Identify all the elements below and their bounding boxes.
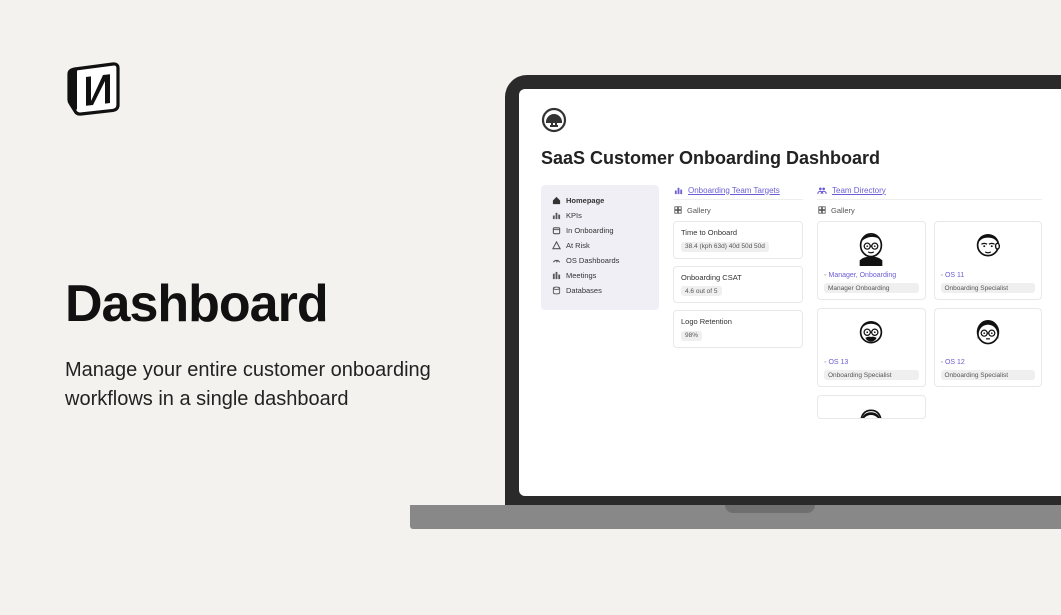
- target-card-value: 4.6 out of 5: [681, 286, 722, 296]
- sidebar-item-label: Meetings: [566, 271, 596, 280]
- targets-view-tab[interactable]: Gallery: [673, 203, 803, 221]
- target-card-title: Time to Onboard: [681, 228, 795, 237]
- bar-chart-icon: [551, 211, 561, 221]
- target-card-value: 98%: [681, 331, 702, 341]
- app-page-icon: [541, 107, 1061, 138]
- directory-header[interactable]: Team Directory: [817, 185, 1042, 200]
- gallery-icon: [817, 205, 827, 215]
- person-role: Onboarding Specialist: [941, 370, 1036, 380]
- person-card[interactable]: ◦OS 13 Onboarding Specialist: [817, 308, 926, 387]
- sidebar-item-in-onboarding[interactable]: In Onboarding: [551, 223, 649, 238]
- sidebar-item-at-risk[interactable]: At Risk: [551, 238, 649, 253]
- target-card[interactable]: Logo Retention 98%: [673, 310, 803, 348]
- hero-subtitle: Manage your entire customer onboarding w…: [65, 356, 445, 414]
- laptop-mockup: SaaS Customer Onboarding Dashboard Homep…: [410, 75, 1061, 615]
- sidebar-item-label: KPIs: [566, 211, 582, 220]
- sidebar-item-homepage[interactable]: Homepage: [551, 193, 649, 208]
- sidebar-item-os-dashboards[interactable]: OS Dashboards: [551, 253, 649, 268]
- target-card-title: Logo Retention: [681, 317, 795, 326]
- bar-chart-icon: [673, 185, 683, 195]
- targets-section: Onboarding Team Targets Gallery Time to …: [673, 185, 803, 355]
- person-role: Manager Onboarding: [824, 283, 919, 293]
- avatar: [824, 402, 919, 419]
- targets-title: Onboarding Team Targets: [688, 186, 780, 195]
- laptop-base: [410, 505, 1061, 529]
- person-name: ◦OS 11: [941, 272, 1036, 279]
- sidebar-item-kpis[interactable]: KPIs: [551, 208, 649, 223]
- person-name: ◦Manager, Onboarding: [824, 272, 919, 279]
- person-card[interactable]: ◦Manager, Onboarding Manager Onboarding: [817, 221, 926, 300]
- sidebar-item-label: Homepage: [566, 196, 604, 205]
- page-nav-sidebar: Homepage KPIs In Onboarding At Risk: [541, 185, 659, 310]
- laptop-body: SaaS Customer Onboarding Dashboard Homep…: [505, 75, 1061, 510]
- person-card[interactable]: ◦OS 11 Onboarding Specialist: [934, 221, 1043, 300]
- hero-title: Dashboard: [65, 274, 445, 334]
- people-icon: [817, 185, 827, 195]
- directory-view-tab[interactable]: Gallery: [817, 203, 1042, 221]
- sidebar-item-databases[interactable]: Databases: [551, 283, 649, 298]
- directory-section: Team Directory Gallery ◦Manager, On: [817, 185, 1042, 419]
- target-card[interactable]: Time to Onboard 38.4 (kph 63d) 40d 50d 5…: [673, 221, 803, 259]
- home-icon: [551, 196, 561, 206]
- notion-logo: [65, 55, 445, 124]
- avatar: [941, 315, 1036, 355]
- person-card[interactable]: [817, 395, 926, 419]
- person-name: ◦OS 13: [824, 359, 919, 366]
- sidebar-item-label: OS Dashboards: [566, 256, 619, 265]
- marketing-left-pane: Dashboard Manage your entire customer on…: [65, 55, 445, 414]
- target-card-value: 38.4 (kph 63d) 40d 50d 50d: [681, 242, 769, 252]
- target-card-title: Onboarding CSAT: [681, 273, 795, 282]
- sidebar-item-label: Databases: [566, 286, 602, 295]
- view-label: Gallery: [831, 206, 855, 215]
- avatar: [941, 228, 1036, 268]
- bars-icon: [551, 271, 561, 281]
- person-name: ◦OS 12: [941, 359, 1036, 366]
- targets-header[interactable]: Onboarding Team Targets: [673, 185, 803, 200]
- person-role: Onboarding Specialist: [824, 370, 919, 380]
- person-card[interactable]: ◦OS 12 Onboarding Specialist: [934, 308, 1043, 387]
- target-card[interactable]: Onboarding CSAT 4.6 out of 5: [673, 266, 803, 304]
- avatar: [824, 228, 919, 268]
- sidebar-item-meetings[interactable]: Meetings: [551, 268, 649, 283]
- database-icon: [551, 286, 561, 296]
- person-role: Onboarding Specialist: [941, 283, 1036, 293]
- gauge-icon: [551, 256, 561, 266]
- gallery-icon: [673, 205, 683, 215]
- laptop-screen: SaaS Customer Onboarding Dashboard Homep…: [519, 89, 1061, 496]
- avatar: [824, 315, 919, 355]
- warning-icon: [551, 241, 561, 251]
- package-icon: [551, 226, 561, 236]
- sidebar-item-label: At Risk: [566, 241, 590, 250]
- directory-title: Team Directory: [832, 186, 886, 195]
- sidebar-item-label: In Onboarding: [566, 226, 614, 235]
- page-title: SaaS Customer Onboarding Dashboard: [541, 148, 1061, 169]
- view-label: Gallery: [687, 206, 711, 215]
